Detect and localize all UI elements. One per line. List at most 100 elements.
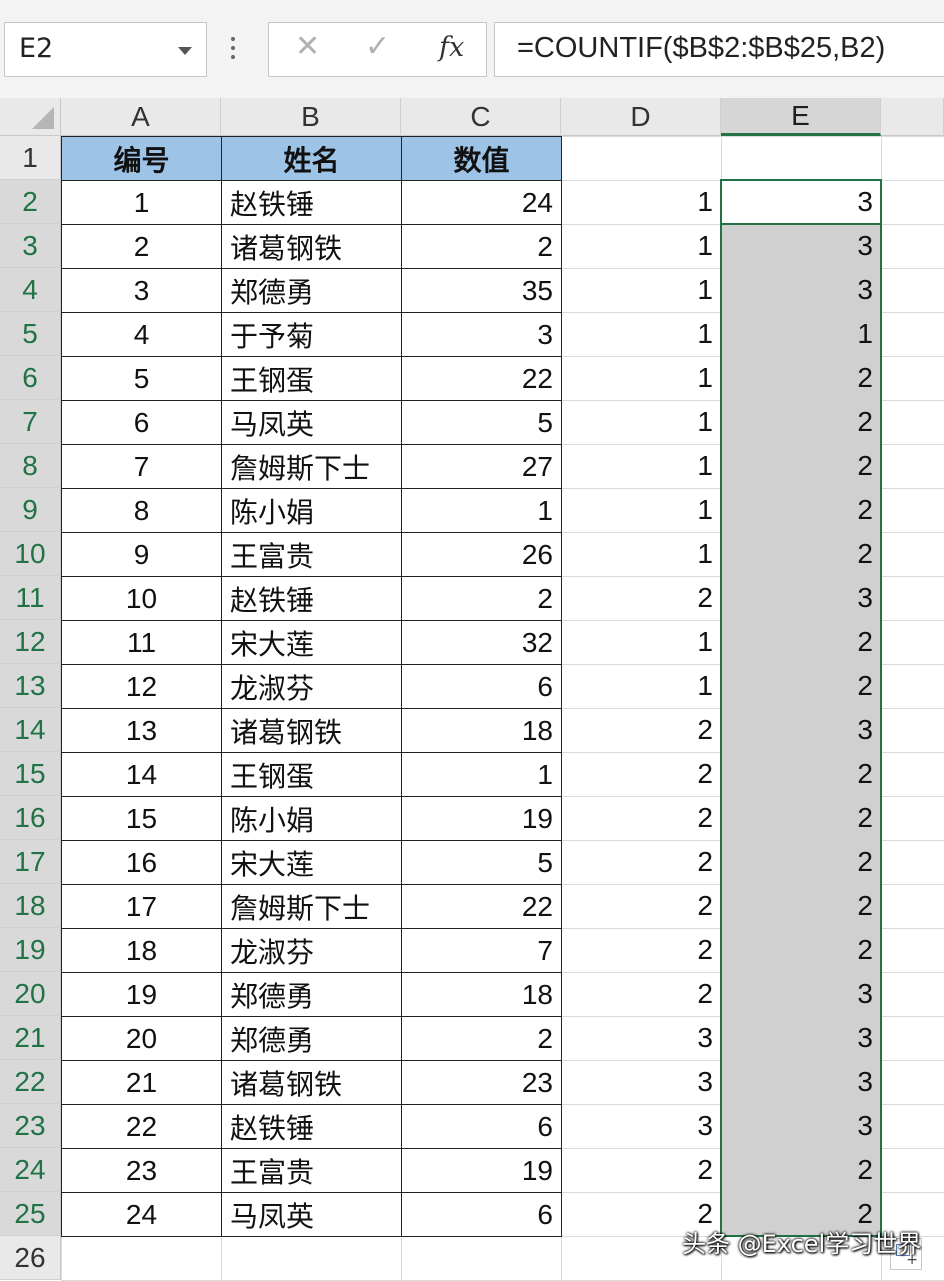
- cell-a9[interactable]: 8: [61, 488, 222, 533]
- cell-a3[interactable]: 2: [61, 224, 222, 269]
- column-header-d[interactable]: D: [561, 98, 721, 136]
- row-header-15[interactable]: 15: [0, 752, 61, 796]
- cell-e12[interactable]: 2: [721, 620, 881, 664]
- cell-d3[interactable]: 1: [561, 224, 721, 268]
- row-header-6[interactable]: 6: [0, 356, 61, 400]
- row-header-12[interactable]: 12: [0, 620, 61, 664]
- row-header-10[interactable]: 10: [0, 532, 61, 576]
- cell-c24[interactable]: 19: [401, 1148, 562, 1193]
- cell-c20[interactable]: 18: [401, 972, 562, 1017]
- row-header-9[interactable]: 9: [0, 488, 61, 532]
- cell-c5[interactable]: 3: [401, 312, 562, 357]
- cell-b9[interactable]: 陈小娟: [221, 488, 402, 533]
- cell-a18[interactable]: 17: [61, 884, 222, 929]
- chevron-down-icon[interactable]: [178, 47, 192, 55]
- cell-a19[interactable]: 18: [61, 928, 222, 973]
- cancel-icon[interactable]: ✕: [295, 29, 320, 64]
- row-header-3[interactable]: 3: [0, 224, 61, 268]
- cell-b20[interactable]: 郑德勇: [221, 972, 402, 1017]
- cell-c21[interactable]: 2: [401, 1016, 562, 1061]
- cell-e21[interactable]: 3: [721, 1016, 881, 1060]
- cell-a11[interactable]: 10: [61, 576, 222, 621]
- cell-e6[interactable]: 2: [721, 356, 881, 400]
- cell-a20[interactable]: 19: [61, 972, 222, 1017]
- cell-b14[interactable]: 诸葛钢铁: [221, 708, 402, 753]
- cell-d7[interactable]: 1: [561, 400, 721, 444]
- cell-c22[interactable]: 23: [401, 1060, 562, 1105]
- cell-a16[interactable]: 15: [61, 796, 222, 841]
- cell-e4[interactable]: 3: [721, 268, 881, 312]
- cell-a7[interactable]: 6: [61, 400, 222, 445]
- cell-d11[interactable]: 2: [561, 576, 721, 620]
- drag-handle-icon[interactable]: [231, 37, 237, 63]
- header-cell-c[interactable]: 数值: [401, 136, 562, 181]
- confirm-icon[interactable]: ✓: [365, 29, 390, 64]
- cell-c17[interactable]: 5: [401, 840, 562, 885]
- cell-a22[interactable]: 21: [61, 1060, 222, 1105]
- cell-c4[interactable]: 35: [401, 268, 562, 313]
- cell-c14[interactable]: 18: [401, 708, 562, 753]
- cell-c19[interactable]: 7: [401, 928, 562, 973]
- cell-e19[interactable]: 2: [721, 928, 881, 972]
- cell-d10[interactable]: 1: [561, 532, 721, 576]
- header-cell-a[interactable]: 编号: [61, 136, 222, 181]
- cell-c13[interactable]: 6: [401, 664, 562, 709]
- cell-b10[interactable]: 王富贵: [221, 532, 402, 577]
- header-cell-b[interactable]: 姓名: [221, 136, 402, 181]
- cell-b3[interactable]: 诸葛钢铁: [221, 224, 402, 269]
- select-all-corner[interactable]: [0, 98, 61, 136]
- cell-c11[interactable]: 2: [401, 576, 562, 621]
- cell-d14[interactable]: 2: [561, 708, 721, 752]
- cell-d15[interactable]: 2: [561, 752, 721, 796]
- cell-b24[interactable]: 王富贵: [221, 1148, 402, 1193]
- row-header-7[interactable]: 7: [0, 400, 61, 444]
- row-header-21[interactable]: 21: [0, 1016, 61, 1060]
- cell-b15[interactable]: 王钢蛋: [221, 752, 402, 797]
- cell-c12[interactable]: 32: [401, 620, 562, 665]
- column-header-extra[interactable]: [881, 98, 944, 136]
- cell-c9[interactable]: 1: [401, 488, 562, 533]
- cell-c25[interactable]: 6: [401, 1192, 562, 1237]
- cell-d9[interactable]: 1: [561, 488, 721, 532]
- cell-a4[interactable]: 3: [61, 268, 222, 313]
- cell-d16[interactable]: 2: [561, 796, 721, 840]
- cell-a25[interactable]: 24: [61, 1192, 222, 1237]
- row-header-26[interactable]: 26: [0, 1236, 61, 1280]
- cell-a10[interactable]: 9: [61, 532, 222, 577]
- cell-d22[interactable]: 3: [561, 1060, 721, 1104]
- cell-b11[interactable]: 赵铁锤: [221, 576, 402, 621]
- name-box[interactable]: E2: [4, 22, 207, 77]
- cell-d19[interactable]: 2: [561, 928, 721, 972]
- cell-c6[interactable]: 22: [401, 356, 562, 401]
- cell-a6[interactable]: 5: [61, 356, 222, 401]
- cell-a8[interactable]: 7: [61, 444, 222, 489]
- formula-input[interactable]: =COUNTIF($B$2:$B$25,B2): [494, 22, 944, 77]
- cell-a24[interactable]: 23: [61, 1148, 222, 1193]
- cell-e9[interactable]: 2: [721, 488, 881, 532]
- cell-c23[interactable]: 6: [401, 1104, 562, 1149]
- cell-b19[interactable]: 龙淑芬: [221, 928, 402, 973]
- row-header-19[interactable]: 19: [0, 928, 61, 972]
- row-header-8[interactable]: 8: [0, 444, 61, 488]
- cell-b6[interactable]: 王钢蛋: [221, 356, 402, 401]
- cell-a23[interactable]: 22: [61, 1104, 222, 1149]
- cell-b18[interactable]: 詹姆斯下士: [221, 884, 402, 929]
- cell-b22[interactable]: 诸葛钢铁: [221, 1060, 402, 1105]
- cell-b16[interactable]: 陈小娟: [221, 796, 402, 841]
- cell-c8[interactable]: 27: [401, 444, 562, 489]
- cell-a14[interactable]: 13: [61, 708, 222, 753]
- cell-a17[interactable]: 16: [61, 840, 222, 885]
- cell-e8[interactable]: 2: [721, 444, 881, 488]
- cell-b5[interactable]: 于予菊: [221, 312, 402, 357]
- cell-c3[interactable]: 2: [401, 224, 562, 269]
- cell-b4[interactable]: 郑德勇: [221, 268, 402, 313]
- cell-d13[interactable]: 1: [561, 664, 721, 708]
- cell-c18[interactable]: 22: [401, 884, 562, 929]
- cell-d4[interactable]: 1: [561, 268, 721, 312]
- cell-e14[interactable]: 3: [721, 708, 881, 752]
- column-header-a[interactable]: A: [61, 98, 221, 136]
- cell-b21[interactable]: 郑德勇: [221, 1016, 402, 1061]
- row-header-1[interactable]: 1: [0, 136, 61, 180]
- row-header-13[interactable]: 13: [0, 664, 61, 708]
- cell-a2[interactable]: 1: [61, 180, 222, 225]
